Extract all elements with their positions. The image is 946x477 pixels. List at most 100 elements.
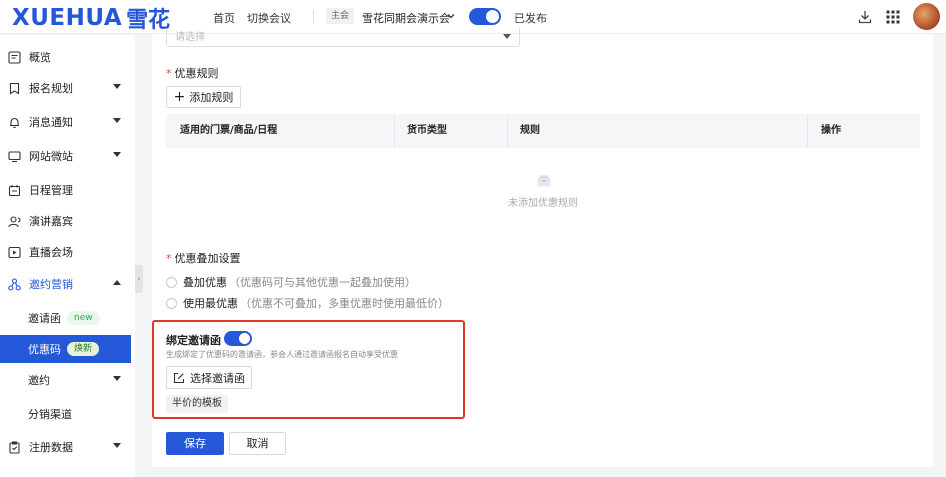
- refresh-badge: 焕新: [67, 342, 100, 356]
- radio-hint: （优惠不可叠加，多重优惠时使用最低价）: [240, 297, 449, 310]
- caret-down-icon: [503, 34, 511, 39]
- share-icon: [8, 277, 21, 291]
- chevron-down-icon[interactable]: [446, 11, 456, 21]
- new-badge: new: [67, 311, 100, 325]
- empty-box-icon: [537, 175, 551, 187]
- sidebar-item-overview[interactable]: 概览: [0, 43, 131, 71]
- overview-icon: [8, 50, 21, 64]
- stack-settings-label-text: 优惠叠加设置: [174, 252, 241, 265]
- event-selector[interactable]: 雪花同期会演示会: [362, 10, 450, 26]
- column-header: 规则: [520, 125, 540, 136]
- sidebar-item-label: 消息通知: [29, 116, 73, 129]
- column-divider: [394, 114, 395, 148]
- calendar-icon: [8, 184, 21, 196]
- sidebar-item-registration[interactable]: 报名规划: [0, 74, 131, 102]
- column-header: 适用的门票/商品/日程: [180, 125, 278, 136]
- stack-settings-label: * 优惠叠加设置: [166, 250, 241, 266]
- cancel-button[interactable]: 取消: [229, 432, 286, 455]
- column-divider: [807, 114, 808, 148]
- rules-label: * 优惠规则: [166, 65, 219, 81]
- sidebar-subitem-label: 优惠码: [28, 343, 61, 356]
- sidebar-item-label: 演讲嘉宾: [29, 215, 73, 228]
- clipboard-icon: [9, 440, 20, 454]
- nav-switch-meeting-link[interactable]: 切换会议: [247, 10, 291, 26]
- sidebar-item-label: 邀约营销: [29, 278, 73, 291]
- sidebar-item-schedule[interactable]: 日程管理: [0, 176, 131, 204]
- radio-label: 使用最优惠: [183, 297, 238, 310]
- sidebar-item-registration-data[interactable]: 注册数据: [0, 433, 131, 461]
- host-tag: 主会: [326, 8, 355, 24]
- rules-label-text: 优惠规则: [174, 67, 219, 80]
- sidebar-item-invite-marketing[interactable]: 邀约营销: [0, 270, 131, 298]
- user-avatar[interactable]: [913, 3, 940, 30]
- caret-down-icon: [113, 84, 121, 89]
- sidebar-item-label: 注册数据: [29, 441, 73, 454]
- sidebar-collapse-handle[interactable]: ‹: [135, 265, 143, 293]
- plus-icon: +: [173, 89, 186, 105]
- brand-logo[interactable]: XUEHUA 雪花: [12, 2, 170, 34]
- publish-status: 已发布: [514, 12, 547, 25]
- sidebar-subitem-distribution[interactable]: 分销渠道: [0, 400, 131, 428]
- sidebar: 概览 报名规划 消息通知 网站微站 日程管理 演讲嘉宾 直播会场 邀约营销 邀请…: [0, 35, 135, 477]
- monitor-icon: [8, 150, 21, 162]
- apps-grid-icon[interactable]: [885, 9, 901, 25]
- header-divider: [313, 10, 314, 24]
- column-divider: [507, 114, 508, 148]
- play-icon: [8, 246, 21, 258]
- bind-invitation-description: 生成绑定了优惠码的邀请函，参会人通过邀请函报名自动享受优惠: [166, 350, 398, 359]
- required-mark: *: [166, 67, 172, 80]
- rules-table: 适用的门票/商品/日程 货币类型 规则 操作 未添加优惠规则: [166, 114, 920, 238]
- caret-down-icon: [113, 152, 121, 157]
- add-rule-label: 添加规则: [189, 91, 234, 104]
- sidebar-item-speakers[interactable]: 演讲嘉宾: [0, 207, 131, 235]
- radio-label: 叠加优惠: [183, 276, 227, 289]
- sidebar-subitem-coupon[interactable]: 优惠码 焕新: [0, 335, 131, 363]
- caret-down-icon: [113, 443, 121, 448]
- sidebar-item-label: 日程管理: [29, 184, 73, 197]
- bell-icon: [10, 117, 19, 128]
- bind-invitation-toggle[interactable]: [224, 331, 252, 346]
- empty-text: 未添加优惠规则: [508, 198, 578, 209]
- rules-table-header: 适用的门票/商品/日程 货币类型 规则 操作: [166, 114, 920, 148]
- sidebar-subitem-label: 邀约: [28, 374, 50, 387]
- sidebar-item-website[interactable]: 网站微站: [0, 142, 131, 170]
- logo-text-cn: 雪花: [126, 8, 171, 33]
- bookmark-icon: [9, 82, 20, 94]
- nav-home-link[interactable]: 首页: [213, 10, 235, 26]
- radio-button[interactable]: [166, 276, 177, 288]
- edit-icon: [173, 372, 185, 383]
- choose-invitation-label: 选择邀请函: [190, 371, 245, 385]
- publish-toggle[interactable]: [469, 8, 501, 25]
- stack-option-stackable[interactable]: 叠加优惠 （优惠码可与其他优惠一起叠加使用）: [166, 274, 416, 290]
- caret-down-icon: [113, 118, 121, 123]
- logo-text-en: XUEHUA: [12, 5, 123, 31]
- page-scrollbar[interactable]: [936, 34, 941, 477]
- ticket-select[interactable]: 请选择: [166, 28, 520, 47]
- caret-up-icon: [113, 280, 121, 285]
- sidebar-item-notifications[interactable]: 消息通知: [0, 108, 131, 136]
- sidebar-subitem-label: 邀请函: [28, 312, 61, 325]
- choose-invitation-button[interactable]: 选择邀请函: [166, 366, 252, 389]
- bind-invitation-label: 绑定邀请函: [166, 334, 221, 347]
- selected-template-tag: 半价的模板: [166, 395, 228, 413]
- column-header: 货币类型: [407, 125, 447, 136]
- sidebar-subitem-invite[interactable]: 邀约: [0, 366, 131, 394]
- radio-button[interactable]: [166, 297, 177, 309]
- sidebar-item-label: 报名规划: [29, 82, 73, 95]
- sidebar-item-label: 网站微站: [29, 150, 73, 163]
- sidebar-subitem-invitation[interactable]: 邀请函 new: [0, 304, 131, 332]
- column-header: 操作: [821, 125, 841, 136]
- download-icon[interactable]: [857, 9, 873, 25]
- sidebar-item-live[interactable]: 直播会场: [0, 238, 131, 266]
- user-icon: [8, 215, 21, 227]
- save-button[interactable]: 保存: [166, 432, 224, 455]
- add-rule-button[interactable]: + 添加规则: [166, 86, 241, 108]
- required-mark: *: [166, 252, 172, 265]
- coupon-form-card: 请选择 * 优惠规则 + 添加规则 适用的门票/商品/日程 货币类型 规则 操作 …: [152, 28, 933, 467]
- select-placeholder: 请选择: [175, 32, 205, 43]
- caret-down-icon: [113, 376, 121, 381]
- rules-empty-state: 未添加优惠规则: [166, 148, 920, 238]
- sidebar-item-label: 直播会场: [29, 246, 73, 259]
- stack-option-best[interactable]: 使用最优惠 （优惠不可叠加，多重优惠时使用最低价）: [166, 295, 449, 311]
- radio-hint: （优惠码可与其他优惠一起叠加使用）: [229, 276, 416, 289]
